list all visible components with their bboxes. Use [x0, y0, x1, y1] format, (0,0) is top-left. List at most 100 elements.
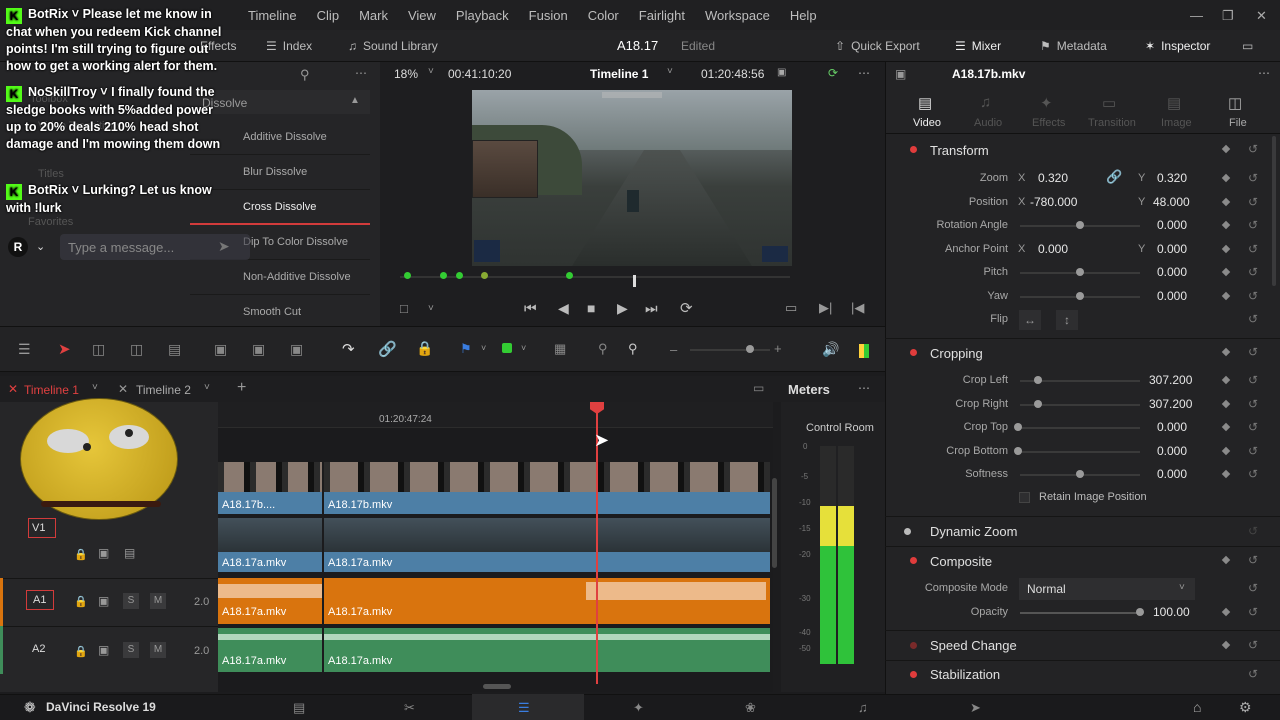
close-icon[interactable]: ✕ [1256, 8, 1267, 24]
anchor-x-value[interactable]: 0.000 [1038, 242, 1068, 256]
slider-knob[interactable] [1076, 268, 1084, 276]
pitch-value[interactable]: 0.000 [1157, 265, 1187, 279]
reset-icon[interactable]: ↺ [1248, 218, 1258, 232]
rotation-value[interactable]: 0.000 [1157, 218, 1187, 232]
zoom-custom-icon[interactable]: ⚲ [628, 341, 638, 357]
tab-image[interactable]: Image [1161, 117, 1192, 129]
mute-button[interactable]: M [150, 642, 166, 658]
composite-mode-select[interactable]: Normal ˅ [1019, 578, 1195, 600]
reset-icon[interactable]: ↺ [1248, 289, 1258, 303]
zoom-in-icon[interactable]: + [774, 341, 782, 356]
file-tab-icon[interactable]: ◫ [1228, 94, 1242, 112]
viewer-playhead[interactable] [633, 275, 636, 287]
transform-enable-dot[interactable] [910, 146, 917, 153]
slider-knob[interactable] [1076, 221, 1084, 229]
clip-a2-a[interactable]: A18.17a.mkv [218, 628, 322, 672]
dynamic-trim-icon[interactable]: ◫ [130, 341, 143, 358]
lock-track-icon[interactable]: 🔒 [74, 645, 88, 658]
lock-icon[interactable]: 🔒 [416, 340, 433, 357]
effect-item[interactable]: Smooth Cut [190, 295, 370, 330]
slider-knob[interactable] [1014, 423, 1022, 431]
solo-button[interactable]: S [123, 642, 139, 658]
send-icon[interactable]: ➤ [218, 238, 230, 255]
next-edit-icon[interactable]: ▶| [819, 300, 832, 316]
composite-enable-dot[interactable] [910, 557, 917, 564]
timeline-scrollbar[interactable] [483, 684, 511, 689]
reset-icon[interactable]: ↺ [1248, 265, 1258, 279]
zoom-x-value[interactable]: 0.320 [1038, 171, 1068, 185]
speaker-icon[interactable]: 🔊 [822, 341, 839, 358]
effect-item[interactable]: Non-Additive Dissolve [190, 260, 370, 295]
clip-a1-b[interactable]: A18.17a.mkv [324, 578, 770, 624]
yaw-value[interactable]: 0.000 [1157, 289, 1187, 303]
slider-knob[interactable] [1034, 376, 1042, 384]
zoom-full-icon[interactable]: ▦ [554, 341, 566, 357]
chevron-down-icon[interactable]: ˅ [428, 303, 434, 314]
transform-section-title[interactable]: Transform [930, 143, 989, 158]
reset-icon[interactable]: ↺ [1248, 638, 1258, 652]
more-options-icon[interactable]: ⋯ [858, 381, 870, 395]
clip-v1-a[interactable]: A18.17a.mkv [218, 552, 322, 572]
zoom-detail-icon[interactable]: ⚲ [598, 341, 608, 357]
reset-icon[interactable]: ↺ [1248, 667, 1258, 681]
close-tab-icon[interactable]: ✕ [118, 382, 128, 396]
loop-icon[interactable]: ⟳ [680, 299, 693, 317]
clip-v1-b[interactable]: A18.17a.mkv [324, 552, 770, 572]
inspector-scrollbar[interactable] [1272, 136, 1276, 286]
stop-icon[interactable]: ■ [587, 300, 595, 316]
speed-change-enable-dot[interactable] [910, 642, 917, 649]
mute-button[interactable]: M [150, 593, 166, 609]
link-icon[interactable]: 🔗 [378, 340, 397, 358]
menu-help[interactable]: Help [790, 8, 817, 23]
effects-tab-icon[interactable]: ✦ [1040, 94, 1053, 112]
marker[interactable] [481, 272, 488, 279]
gear-icon[interactable]: ⚙ [1239, 699, 1252, 716]
menu-fusion[interactable]: Fusion [529, 8, 568, 23]
menu-clip[interactable]: Clip [317, 8, 339, 23]
tab-effects[interactable]: Effects [1032, 117, 1065, 129]
clip-v2-a[interactable]: A18.17b.... [218, 492, 322, 514]
selection-tool-icon[interactable]: ➤ [58, 340, 71, 358]
image-tab-icon[interactable]: ▤ [1167, 94, 1181, 112]
overwrite-clip-icon[interactable]: ▣ [252, 341, 265, 358]
safe-area-icon[interactable]: □ [400, 301, 408, 316]
link-icon[interactable]: 🔗 [1106, 169, 1122, 185]
lock-track-icon[interactable]: 🔒 [74, 548, 88, 561]
crop-bottom-value[interactable]: 0.000 [1157, 444, 1187, 458]
replace-clip-icon[interactable]: ▣ [290, 341, 303, 358]
position-y-value[interactable]: 48.000 [1153, 195, 1190, 209]
reverse-play-icon[interactable]: ◀ [558, 300, 569, 317]
flip-horizontal-icon[interactable]: ↔ [1019, 310, 1041, 330]
clip-a1-a[interactable]: A18.17a.mkv [218, 578, 322, 624]
fairlight-page-icon[interactable]: ♫ [858, 700, 868, 715]
solo-button[interactable]: S [123, 593, 139, 609]
auto-select-icon[interactable]: ▣ [98, 546, 109, 560]
minimize-icon[interactable]: — [1190, 8, 1203, 23]
v1-track-label[interactable]: V1 [28, 518, 56, 538]
auto-select-icon[interactable]: ▣ [98, 643, 109, 657]
tab-timeline-1[interactable]: Timeline 1 [24, 383, 79, 397]
marker[interactable] [440, 272, 447, 279]
menu-view[interactable]: View [408, 8, 436, 23]
edit-page-icon[interactable]: ☰ [518, 700, 530, 716]
zoom-y-value[interactable]: 0.320 [1157, 171, 1187, 185]
more-options-icon[interactable]: ⋯ [355, 66, 367, 80]
crop-top-value[interactable]: 0.000 [1157, 420, 1187, 434]
cropping-enable-dot[interactable] [910, 349, 917, 356]
menu-workspace[interactable]: Workspace [705, 8, 770, 23]
zoom-level[interactable]: 18% [394, 67, 418, 81]
menu-timeline[interactable]: Timeline [248, 8, 297, 23]
quick-export-button[interactable]: ⇧ Quick Export [835, 39, 920, 53]
timeline-ruler[interactable] [218, 402, 773, 428]
timeline-options-icon[interactable]: ☰ [18, 341, 31, 358]
cropping-section-title[interactable]: Cropping [930, 346, 983, 361]
chevron-down-icon[interactable]: ˅ [667, 66, 673, 77]
go-to-end-icon[interactable]: ⏭ [645, 300, 658, 317]
snapping-icon[interactable]: ↷ [342, 340, 355, 358]
reset-icon[interactable]: ↺ [1248, 444, 1258, 458]
tab-audio[interactable]: Audio [974, 117, 1002, 129]
clip-v2-b[interactable]: A18.17b.mkv [324, 492, 770, 514]
index-button[interactable]: ☰ Index [266, 39, 312, 53]
more-options-icon[interactable]: ⋯ [1258, 66, 1270, 80]
reset-icon[interactable]: ↺ [1248, 605, 1258, 619]
